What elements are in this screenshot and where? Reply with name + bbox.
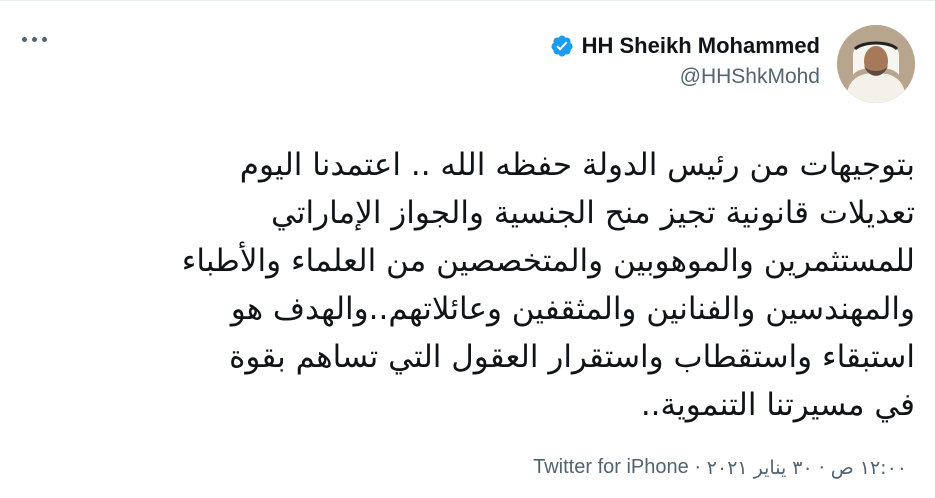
tweet-text: بتوجيهات من رئيس الدولة حفظه الله .. اعت… (181, 147, 915, 423)
meta-separator: · (694, 456, 701, 479)
meta-separator: · (818, 456, 825, 479)
author-name[interactable]: HH Sheikh Mohammed (582, 33, 820, 59)
more-dot (42, 37, 47, 42)
author-block: HH Sheikh Mohammed @HHShkMohd (550, 33, 820, 89)
author-handle[interactable]: @HHShkMohd (550, 65, 820, 89)
tweet-meta: ١٢:٠٠ ص · ٣٠ يناير ٢٠٢١ · Twitter for iP… (533, 456, 907, 479)
name-row: HH Sheikh Mohammed (550, 33, 820, 59)
tweet-time[interactable]: ١٢:٠٠ ص (831, 457, 907, 479)
avatar[interactable] (837, 25, 915, 103)
tweet-date[interactable]: ٣٠ يناير ٢٠٢١ (707, 457, 813, 479)
tweet-source[interactable]: Twitter for iPhone (533, 456, 689, 479)
verified-badge-icon (551, 35, 573, 57)
more-options-icon[interactable] (22, 37, 47, 42)
profile-photo-image (837, 25, 915, 103)
tweet-card: HH Sheikh Mohammed @HHShkMohd بتوجيهات م… (0, 0, 935, 498)
more-dot (22, 37, 27, 42)
more-dot (32, 37, 37, 42)
